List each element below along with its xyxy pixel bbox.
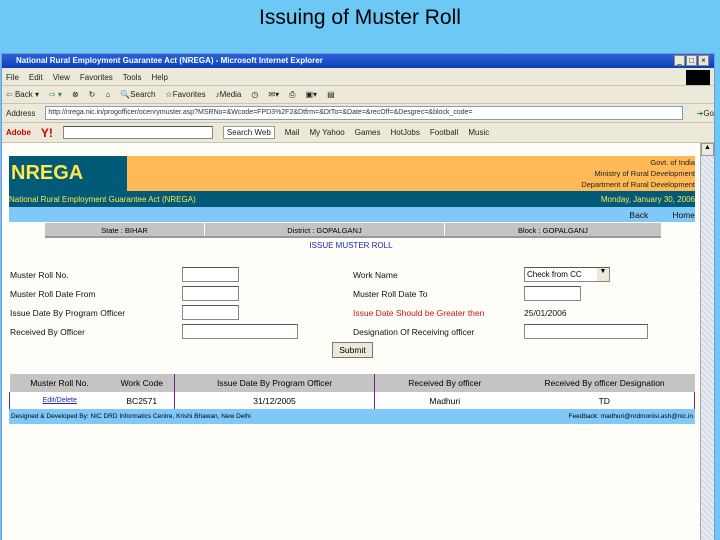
back-button[interactable]: ⇦ Back ▾ — [6, 90, 39, 99]
muster-roll-no-input[interactable] — [182, 267, 239, 282]
issue-date-warning: Issue Date Should be Greater then — [353, 308, 485, 318]
standard-toolbar: ⇦ Back ▾ ⇨ ▾ ⊗ ↻ ⌂ 🔍Search ☆Favorites ♪M… — [2, 86, 714, 104]
footer-credits: Designed & Developed By: NIC DRD Informa… — [11, 413, 251, 420]
issue-date-input[interactable] — [182, 305, 239, 320]
refresh-icon[interactable]: ↻ — [89, 90, 96, 99]
date-from-input[interactable] — [182, 286, 239, 301]
forward-button[interactable]: ⇨ ▾ — [49, 90, 62, 99]
close-button[interactable]: × — [698, 55, 709, 66]
state-label: State : BIHAR — [45, 223, 205, 236]
department-text: Department of Rural Development — [581, 180, 695, 189]
browser-window: National Rural Employment Guarantee Act … — [1, 53, 715, 540]
menu-view[interactable]: View — [53, 73, 70, 82]
search-button[interactable]: 🔍Search — [120, 90, 155, 99]
search-web-button[interactable]: Search Web — [222, 126, 275, 139]
feedback-link[interactable]: Feedback: madhuri@nrdmonisi.ash@nic.in — [569, 413, 693, 420]
district-label: District : GOPALGANJ — [205, 223, 445, 236]
address-bar: Address http://nrega.nic.in/progofficer/… — [2, 104, 714, 123]
received-by-input[interactable] — [182, 324, 298, 339]
menu-favorites[interactable]: Favorites — [80, 73, 113, 82]
warning-date: 25/01/2006 — [524, 308, 567, 318]
received-by-label: Received By Officer — [10, 327, 85, 337]
act-title: National Rural Employment Guarantee Act … — [9, 194, 196, 204]
ministry-text: Ministry of Rural Development — [594, 169, 695, 178]
submit-button[interactable]: Submit — [332, 342, 373, 358]
links-toolbar: Adobe Y! Search Web Mail My Yahoo Games … — [2, 123, 714, 143]
menu-edit[interactable]: Edit — [29, 73, 43, 82]
menu-tools[interactable]: Tools — [123, 73, 142, 82]
mail-icon[interactable]: ✉▾ — [268, 90, 279, 99]
maximize-button[interactable]: □ — [686, 55, 697, 66]
address-label: Address — [6, 108, 36, 118]
edit-link[interactable]: Edit — [43, 397, 55, 404]
menu-help[interactable]: Help — [151, 73, 167, 82]
back-arrow-icon: ⇦ — [6, 90, 13, 99]
home-icon[interactable]: ⌂ — [105, 90, 110, 99]
column-header: Muster Roll No. — [30, 378, 89, 388]
work-name-select[interactable]: Check from CC ▼ — [524, 267, 610, 282]
column-header: Work Code — [109, 374, 175, 392]
scroll-up-icon[interactable]: ▲ — [701, 143, 714, 156]
go-button[interactable]: ➜Go — [697, 109, 714, 118]
yahoo-logo-icon[interactable]: Y! — [41, 126, 53, 140]
issue-date-cell: 31/12/2005 — [174, 392, 375, 409]
home-link[interactable]: Home — [672, 210, 695, 220]
address-input[interactable]: http://nrega.nic.in/progofficer/ocenrymu… — [45, 106, 683, 120]
gov-text: Govt. of India — [650, 158, 695, 167]
muster-roll-no-label: Muster Roll No. — [10, 270, 69, 280]
chevron-down-icon: ▼ — [597, 268, 609, 281]
history-icon[interactable]: ◷ — [251, 90, 258, 99]
games-link[interactable]: Games — [355, 128, 381, 137]
slide-title: Issuing of Muster Roll — [259, 6, 461, 29]
adobe-button[interactable]: Adobe — [6, 128, 31, 137]
work-name-label: Work Name — [353, 270, 398, 280]
issue-date-label: Issue Date By Program Officer — [10, 308, 126, 318]
date-from-label: Muster Roll Date From — [10, 289, 96, 299]
football-link[interactable]: Football — [430, 128, 458, 137]
current-date: Monday, January 30, 2006 — [600, 194, 695, 204]
title-bar: National Rural Employment Guarantee Act … — [2, 54, 714, 68]
yahoo-search-input[interactable] — [62, 126, 213, 139]
minimize-button[interactable]: _ — [674, 55, 685, 66]
print-icon[interactable]: ⎙ — [289, 90, 295, 100]
back-link[interactable]: Back — [629, 210, 648, 220]
mail-link[interactable]: Mail — [285, 128, 300, 137]
table-row: Edit/Delete BC2571 31/12/2005 Madhuri TD — [9, 392, 695, 409]
windows-logo-icon — [686, 70, 710, 85]
block-label: Block : GOPALGANJ — [518, 226, 588, 235]
received-by-cell: Madhuri — [429, 395, 461, 406]
menu-bar: File Edit View Favorites Tools Help — [2, 69, 714, 86]
edit-icon[interactable]: ▣▾ — [306, 90, 318, 99]
delete-link[interactable]: Delete — [57, 397, 77, 404]
column-header: Issue Date By Program Officer — [174, 374, 375, 392]
date-to-label: Muster Roll Date To — [353, 289, 428, 299]
date-to-input[interactable] — [524, 286, 581, 301]
muster-roll-table: Muster Roll No. Work Code Issue Date By … — [9, 374, 695, 409]
designation-input[interactable] — [524, 324, 648, 339]
menu-file[interactable]: File — [6, 73, 19, 82]
designation-cell: TD — [598, 395, 610, 406]
designation-label: Designation Of Receiving officer — [353, 327, 475, 337]
nrega-logo: NREGA — [9, 156, 127, 191]
page-content: NREGA Govt. of India Ministry of Rural D… — [2, 143, 700, 540]
column-header: Received By officer — [408, 378, 482, 388]
discuss-icon[interactable]: ▤ — [327, 90, 335, 99]
stop-icon[interactable]: ⊗ — [72, 90, 79, 99]
media-button[interactable]: ♪Media — [216, 90, 242, 99]
column-header: Received By officer Designation — [544, 378, 665, 388]
music-link[interactable]: Music — [468, 128, 489, 137]
favorites-button[interactable]: ☆Favorites — [166, 90, 206, 99]
my-yahoo-link[interactable]: My Yahoo — [309, 128, 344, 137]
section-title: ISSUE MUSTER ROLL — [309, 241, 393, 250]
hotjobs-link[interactable]: HotJobs — [391, 128, 420, 137]
work-code-cell: BC2571 — [109, 392, 175, 409]
vertical-scrollbar[interactable]: ▲ — [700, 143, 714, 540]
